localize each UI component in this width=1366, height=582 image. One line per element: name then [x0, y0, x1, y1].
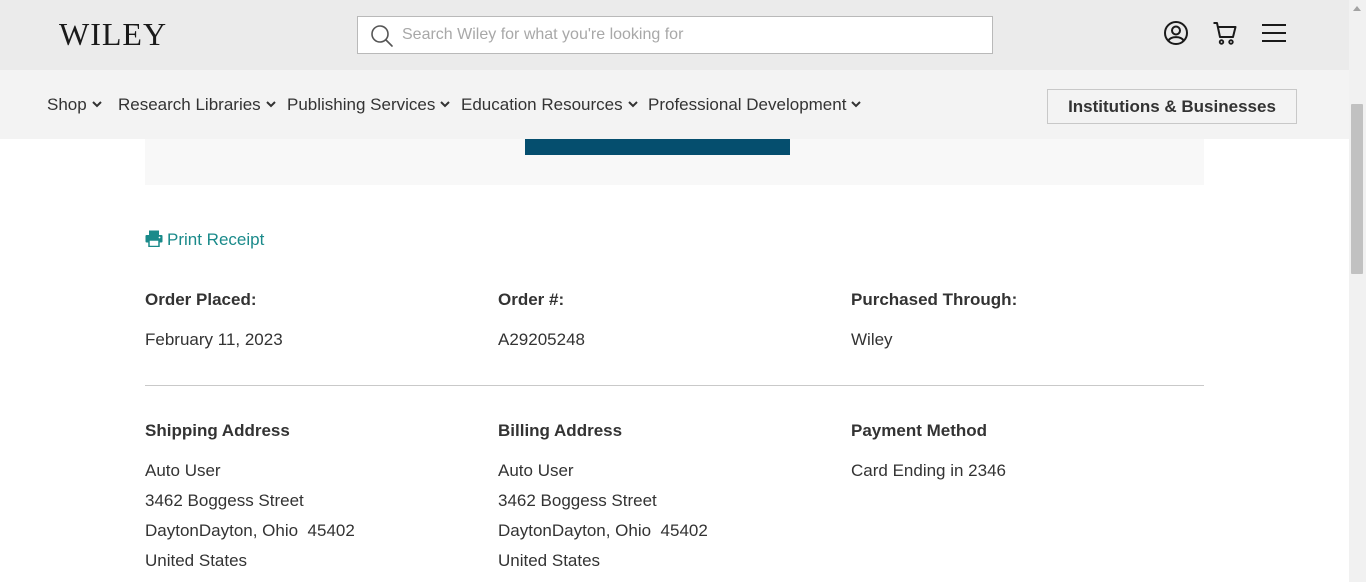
nav-item-shop[interactable]: Shop: [47, 95, 102, 115]
print-receipt-label: Print Receipt: [167, 230, 265, 249]
nav-item-label: Research Libraries: [118, 95, 261, 114]
main-nav: Shop Research Libraries Publishing Servi…: [0, 70, 1349, 139]
search-icon[interactable]: [370, 24, 394, 48]
billing-name: Auto User: [498, 461, 574, 480]
chevron-down-icon: [265, 101, 276, 108]
nav-item-label: Publishing Services: [287, 95, 436, 114]
nav-item-label: Shop: [47, 95, 87, 114]
order-summary-panel: [145, 139, 1204, 185]
billing-street: 3462 Boggess Street: [498, 491, 657, 510]
payment-method-heading: Payment Method: [851, 421, 988, 440]
shipping-city-line: DaytonDayton, Ohio 45402: [145, 521, 355, 540]
chevron-down-icon: [440, 101, 451, 108]
order-placed-label: Order Placed:: [145, 290, 257, 309]
scroll-thumb[interactable]: [1351, 104, 1363, 274]
print-receipt-link[interactable]: Print Receipt: [145, 229, 264, 251]
site-header: WILEY: [0, 0, 1349, 70]
billing-country: United States: [498, 551, 601, 570]
institutions-businesses-button[interactable]: Institutions & Businesses: [1047, 89, 1297, 124]
shipping-address-heading: Shipping Address: [145, 421, 290, 440]
search-box: [357, 16, 993, 54]
shipping-name: Auto User: [145, 461, 221, 480]
nav-item-label: Professional Development: [648, 95, 847, 114]
menu-icon[interactable]: [1261, 20, 1287, 46]
purchased-through-value: Wiley: [851, 330, 893, 349]
scroll-up-arrow-icon[interactable]: [1353, 6, 1361, 11]
order-number-label: Order #:: [498, 290, 565, 309]
section-divider: [145, 385, 1204, 386]
nav-item-education-resources[interactable]: Education Resources: [461, 95, 638, 115]
search-input[interactable]: [402, 17, 982, 53]
account-icon[interactable]: [1163, 20, 1189, 46]
page-scrollbar[interactable]: [1349, 0, 1366, 582]
order-placed-value: February 11, 2023: [145, 330, 283, 349]
primary-action-button[interactable]: [525, 139, 790, 155]
nav-item-label: Education Resources: [461, 95, 623, 114]
billing-city-line: DaytonDayton, Ohio 45402: [498, 521, 708, 540]
nav-item-professional-development[interactable]: Professional Development: [648, 95, 862, 115]
nav-item-publishing-services[interactable]: Publishing Services: [287, 95, 451, 115]
shipping-country: United States: [145, 551, 248, 570]
purchased-through-label: Purchased Through:: [851, 290, 1018, 309]
nav-item-research-libraries[interactable]: Research Libraries: [118, 95, 276, 115]
billing-address-heading: Billing Address: [498, 421, 623, 440]
chevron-down-icon: [851, 101, 862, 108]
shipping-street: 3462 Boggess Street: [145, 491, 304, 510]
wiley-logo[interactable]: WILEY: [59, 16, 167, 52]
printer-icon: [145, 230, 163, 247]
chevron-down-icon: [91, 101, 102, 108]
payment-method-value: Card Ending in 2346: [851, 461, 1007, 480]
cart-icon[interactable]: [1212, 20, 1238, 46]
chevron-down-icon: [627, 101, 638, 108]
order-number-value: A29205248: [498, 330, 585, 349]
